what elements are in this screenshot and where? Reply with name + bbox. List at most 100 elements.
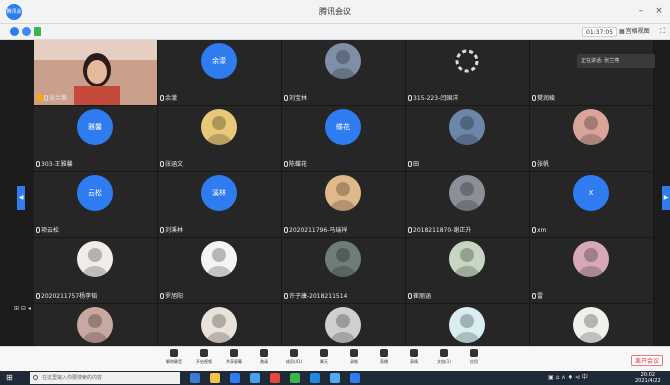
invite-button[interactable]: 邀请 — [252, 349, 276, 365]
taskbar-app-icon[interactable] — [210, 373, 220, 383]
avatar-initials: 雅馨 — [88, 123, 102, 131]
fullscreen-icon[interactable]: ⛶ — [660, 27, 665, 36]
participant-tile[interactable]: 田 — [406, 106, 529, 171]
taskbar-app-icon[interactable] — [350, 373, 360, 383]
taskbar-app-icon[interactable] — [230, 373, 240, 383]
minimize-button[interactable]: – — [636, 5, 646, 17]
taskbar-app-icon[interactable] — [190, 373, 200, 383]
participant-name-text: 2018211870-谢正升 — [413, 227, 472, 234]
participant-tile[interactable]: 蝶花 陈蝶花 — [282, 106, 405, 171]
participant-name: 崔丽涵 — [408, 293, 431, 301]
mic-button[interactable]: 解除静音 — [162, 349, 186, 365]
members-button[interactable]: 成员(41) — [282, 349, 306, 365]
mic-muted-icon — [408, 293, 412, 299]
taskbar-search-input[interactable]: 在这里输入你要搜索的内容 — [30, 372, 180, 384]
toolbar-button-label: 解除静音 — [166, 359, 182, 364]
doc-icon — [440, 349, 448, 357]
participant-avatar — [449, 175, 485, 211]
toolbar-button-label: 文档(1) — [437, 359, 451, 364]
view-mode-button[interactable]: ▦宫格视图 — [619, 27, 650, 37]
participant-avatar — [77, 307, 113, 343]
taskbar-app-icon[interactable] — [310, 373, 320, 383]
participant-name: 张兰燕 — [36, 94, 67, 103]
apps-button[interactable]: 应用 — [462, 349, 486, 365]
windows-start-icon[interactable]: ⊞ — [6, 374, 13, 382]
camera-icon — [200, 349, 208, 357]
participant-name-text: 陈蝶花 — [289, 161, 308, 168]
mic-muted-icon — [36, 293, 40, 299]
next-page-arrow-icon[interactable]: ▶ — [662, 186, 670, 210]
participant-tile[interactable]: 许子康-2018211514 — [282, 238, 405, 303]
participant-tile[interactable]: 崔丽涵 — [406, 238, 529, 303]
participant-avatar — [77, 241, 113, 277]
participant-name: 刘溪林 — [160, 227, 183, 235]
chat-icon — [320, 349, 328, 357]
chat-button[interactable]: 聊天 — [312, 349, 336, 365]
participant-video-grid: 张兰燕 余濛 余濛 刘宝林 315-223-闫国洋樊润峻雅馨 303-王雅馨 张涵文 蝶花 陈蝶… — [34, 40, 654, 369]
avatar-initials: 溪林 — [212, 189, 226, 197]
windows-taskbar: ⊞ 在这里输入你要搜索的内容 ▣ ⌂ ∧ ♦ ⊲ 中 20:02 2021/4/… — [0, 371, 670, 385]
previous-page-arrow-icon[interactable]: ◀ — [17, 186, 25, 210]
participant-tile[interactable]: 樊润峻 — [530, 40, 653, 105]
participant-tile[interactable]: 刘宝林 — [282, 40, 405, 105]
loading-spinner-icon — [449, 43, 485, 79]
participant-tile[interactable]: 云松 项云松 — [34, 172, 157, 237]
participant-avatar: 余濛 — [201, 43, 237, 79]
toolbar-button-label: 直播 — [380, 359, 388, 364]
taskbar-app-icon[interactable] — [250, 373, 260, 383]
avatar-initials: X — [588, 189, 594, 197]
live-button[interactable]: 直播 — [372, 349, 396, 365]
mic-muted-icon — [284, 161, 288, 167]
doc-button[interactable]: 文档(1) — [432, 349, 456, 365]
participant-tile[interactable]: 雷 — [530, 238, 653, 303]
participant-tile[interactable]: 溪林刘溪林 — [158, 172, 281, 237]
participant-name-text: 刘溪林 — [165, 227, 184, 234]
participant-tile[interactable]: Xxm — [530, 172, 653, 237]
network-signal-icon[interactable] — [34, 27, 41, 36]
mic-muted-icon — [36, 227, 40, 233]
participant-name-text: 张涵文 — [165, 161, 184, 168]
participant-tile[interactable]: 罗旭阳 — [158, 238, 281, 303]
taskbar-app-icon[interactable] — [270, 373, 280, 383]
host-badge-icon — [36, 94, 43, 101]
record-button[interactable]: 录制 — [342, 349, 366, 365]
security-shield-icon[interactable] — [22, 27, 31, 36]
participant-name: xm — [532, 227, 546, 235]
meeting-timer: 01:37:05 — [582, 27, 617, 37]
participant-avatar: X — [573, 175, 609, 211]
participant-tile[interactable]: 315-223-闫国洋 — [406, 40, 529, 105]
layout-tools[interactable]: ⊞ ⊟ ◂ — [14, 305, 31, 312]
taskbar-app-icon[interactable] — [330, 373, 340, 383]
leave-meeting-button[interactable]: 离开会议 — [631, 355, 664, 366]
participant-avatar — [573, 307, 609, 343]
participant-tile[interactable]: 2020211757杨李韬 — [34, 238, 157, 303]
participant-avatar: 溪林 — [201, 175, 237, 211]
camera-button[interactable]: 开启视频 — [192, 349, 216, 365]
mic-muted-icon — [408, 161, 412, 167]
participant-name: 张涵文 — [160, 161, 183, 169]
participant-tile[interactable]: 余濛 余濛 — [158, 40, 281, 105]
participant-tile[interactable]: 雅馨 303-王雅馨 — [34, 106, 157, 171]
mic-muted-icon — [284, 95, 288, 101]
taskbar-app-icon[interactable] — [290, 373, 300, 383]
speaking-notice: 正在讲话: 张兰燕 — [577, 54, 655, 68]
participant-avatar — [573, 241, 609, 277]
mic-muted-icon — [284, 227, 288, 233]
close-button[interactable]: × — [654, 5, 664, 17]
participant-name-text: 303-王雅馨 — [41, 161, 73, 168]
share-screen-button[interactable]: 共享屏幕 — [222, 349, 246, 365]
participant-tile[interactable]: 张涵文 — [158, 106, 281, 171]
participant-tile[interactable]: 2018211870-谢正升 — [406, 172, 529, 237]
participant-tile[interactable]: 张兰燕 — [34, 40, 157, 105]
taskbar-clock[interactable]: 20:02 2021/4/22 — [635, 372, 661, 384]
toolbar-button-label: 开启视频 — [196, 359, 212, 364]
participant-tile[interactable]: 张帆 — [530, 106, 653, 171]
mic-muted-icon — [408, 227, 412, 233]
participant-tile[interactable]: 2020211796-马瑞祥 — [282, 172, 405, 237]
participant-name: 2020211757杨李韬 — [36, 293, 97, 301]
system-tray[interactable]: ▣ ⌂ ∧ ♦ ⊲ 中 — [548, 374, 588, 382]
meeting-info-icon[interactable] — [10, 27, 19, 36]
participant-name-text: 樊润峻 — [537, 95, 556, 102]
emoji-button[interactable]: 表情 — [402, 349, 426, 365]
mic-muted-icon — [532, 161, 536, 167]
